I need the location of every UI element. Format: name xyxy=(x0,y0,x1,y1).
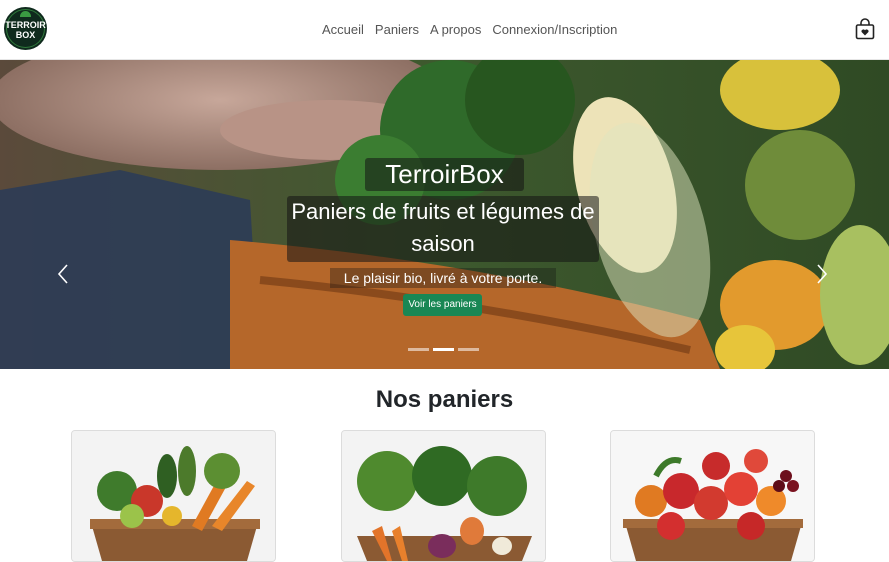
shopping-bag-icon[interactable] xyxy=(855,18,875,40)
brand-logo[interactable]: TERROIR BOX xyxy=(4,7,47,50)
nav-link-a-propos[interactable]: A propos xyxy=(430,22,481,37)
mixed-vegetable-basket-icon xyxy=(72,431,275,561)
basket-card-1[interactable] xyxy=(71,430,276,562)
nav-link-accueil[interactable]: Accueil xyxy=(322,22,364,37)
leaf-icon xyxy=(20,11,31,17)
navbar: TERROIR BOX Accueil Paniers A propos Con… xyxy=(0,0,889,60)
nav-link-connexion[interactable]: Connexion/Inscription xyxy=(492,22,617,37)
hero-tagline: Le plaisir bio, livré à votre porte. xyxy=(330,268,556,288)
leafy-vegetable-basket-icon xyxy=(342,431,545,561)
basket-card-3[interactable] xyxy=(610,430,815,562)
section-title: Nos paniers xyxy=(375,386,514,413)
fruit-basket-icon xyxy=(611,431,814,561)
carousel-indicator-1[interactable] xyxy=(408,348,429,351)
carousel-indicators xyxy=(408,348,479,351)
see-baskets-button[interactable]: Voir les paniers xyxy=(403,294,482,316)
chevron-right-icon[interactable] xyxy=(815,263,829,285)
chevron-left-icon[interactable] xyxy=(56,263,70,285)
logo-text-line1: TERROIR xyxy=(5,20,46,30)
carousel-indicator-2[interactable] xyxy=(433,348,454,351)
nav-links: Accueil Paniers A propos Connexion/Inscr… xyxy=(322,22,628,37)
hero-title: TerroirBox xyxy=(365,158,524,191)
logo-text-line2: BOX xyxy=(15,30,36,40)
basket-card-2[interactable] xyxy=(341,430,546,562)
nav-link-paniers[interactable]: Paniers xyxy=(375,22,419,37)
hero-subtitle: Paniers de fruits et légumes de saison xyxy=(287,196,599,262)
carousel-indicator-3[interactable] xyxy=(458,348,479,351)
